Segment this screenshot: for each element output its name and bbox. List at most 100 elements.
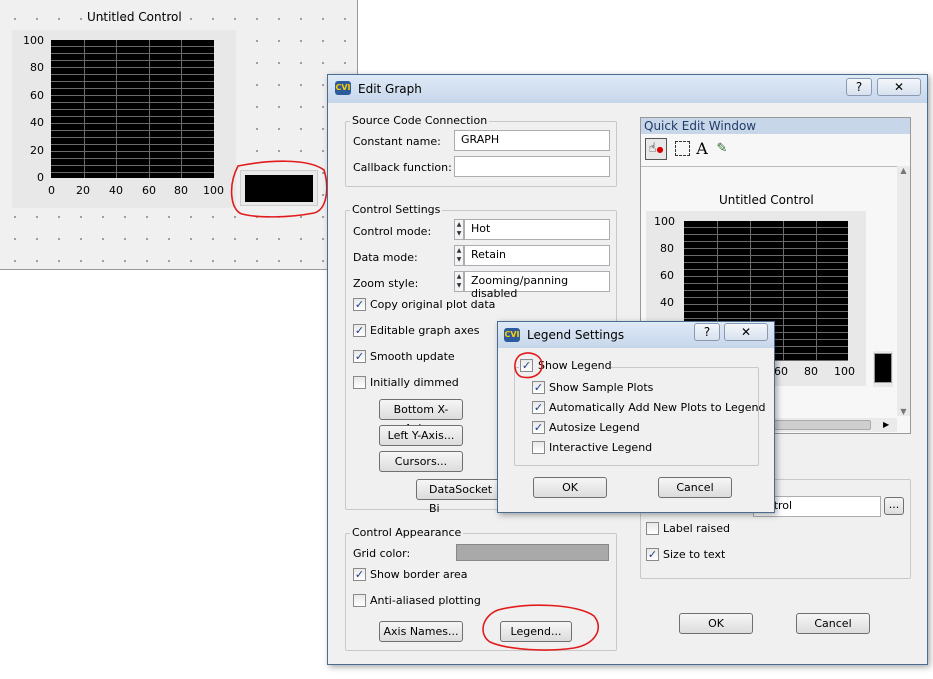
dialog-title: Edit Graph — [358, 82, 422, 96]
x-tick: 40 — [109, 184, 123, 197]
control-appearance-group: Control Appearance Grid color: ✓ Show bo… — [345, 526, 617, 651]
legend-settings-titlebar[interactable]: CVI Legend Settings ? ✕ — [498, 322, 774, 348]
show-border-checkbox[interactable]: ✓ — [353, 568, 366, 581]
y-tick: 20 — [30, 144, 44, 157]
cancel-button[interactable]: Cancel — [796, 613, 870, 634]
y-tick: 100 — [654, 215, 675, 228]
zoom-style-spinner[interactable]: ▲ ▼ — [454, 271, 464, 292]
x-tick: 0 — [48, 184, 55, 197]
smooth-update-label: Smooth update — [370, 350, 455, 363]
control-mode-field[interactable]: Hot — [464, 219, 610, 240]
size-to-text-label: Size to text — [663, 548, 726, 561]
bottom-x-axis-button[interactable]: Bottom X-Axis... — [379, 399, 463, 435]
quick-graph-title: Untitled Control — [719, 193, 814, 207]
axis-names-button[interactable]: Axis Names... — [379, 621, 463, 642]
show-border-label: Show border area — [370, 568, 468, 581]
legend-ok-button[interactable]: OK — [533, 477, 607, 498]
interactive-legend-checkbox[interactable] — [532, 441, 545, 454]
group-label: Source Code Connection — [350, 114, 490, 127]
label-raised-checkbox[interactable] — [646, 522, 659, 535]
y-tick: 80 — [30, 61, 44, 74]
quick-edit-titlebar: Quick Edit Window — [641, 118, 910, 134]
control-mode-label: Control mode: — [353, 225, 432, 238]
close-button[interactable]: ✕ — [724, 323, 768, 341]
graph-title: Untitled Control — [87, 10, 182, 24]
callback-input[interactable] — [454, 156, 610, 177]
cursors-button[interactable]: Cursors... — [379, 451, 463, 472]
scroll-right-icon[interactable]: ▶ — [883, 418, 889, 432]
close-button[interactable]: ✕ — [877, 78, 921, 96]
source-code-group: Source Code Connection Constant name: GR… — [345, 114, 617, 187]
quick-legend-preview — [873, 351, 893, 387]
color-tool-icon[interactable]: ✎ — [713, 139, 731, 159]
label-browse-button[interactable]: ... — [884, 497, 904, 515]
annotation-circle — [482, 604, 599, 651]
y-tick: 60 — [660, 269, 674, 282]
y-tick: 100 — [23, 34, 44, 47]
control-mode-spinner[interactable]: ▲ ▼ — [454, 219, 464, 240]
zoom-style-label: Zoom style: — [353, 277, 419, 290]
copy-plot-data-checkbox[interactable]: ✓ — [353, 298, 366, 311]
group-label: Control Appearance — [350, 526, 464, 539]
x-tick: 80 — [174, 184, 188, 197]
x-tick: 60 — [142, 184, 156, 197]
help-button[interactable]: ? — [694, 323, 720, 341]
interactive-legend-label: Interactive Legend — [549, 441, 653, 454]
quick-edit-toolbar: ☝● A ✎ — [645, 138, 735, 160]
initially-dimmed-checkbox[interactable] — [353, 376, 366, 389]
x-tick: 60 — [774, 365, 788, 378]
edit-graph-titlebar[interactable]: CVI Edit Graph ? ✕ — [328, 75, 927, 103]
select-tool-icon[interactable] — [675, 141, 690, 156]
data-mode-spinner[interactable]: ▲ ▼ — [454, 245, 464, 266]
show-sample-plots-label: Show Sample Plots — [549, 381, 654, 394]
app-icon: CVI — [504, 328, 520, 342]
zoom-style-field[interactable]: Zooming/panning disabled — [464, 271, 610, 300]
editable-axes-label: Editable graph axes — [370, 324, 480, 337]
legend-cancel-button[interactable]: Cancel — [658, 477, 732, 498]
anti-aliased-checkbox[interactable] — [353, 594, 366, 607]
text-tool-icon[interactable]: A — [693, 139, 711, 159]
y-tick: 40 — [660, 296, 674, 309]
grid-color-label: Grid color: — [353, 547, 411, 560]
initially-dimmed-label: Initially dimmed — [370, 376, 459, 389]
group-label: Control Settings — [350, 203, 443, 216]
y-tick: 0 — [37, 171, 44, 184]
smooth-update-checkbox[interactable]: ✓ — [353, 350, 366, 363]
quick-edit-title: Quick Edit Window — [644, 119, 757, 133]
x-axis-labels: 0 20 40 60 80 100 — [46, 184, 226, 198]
ok-button[interactable]: OK — [679, 613, 753, 634]
data-mode-label: Data mode: — [353, 251, 418, 264]
graph-control-frame[interactable]: Untitled Control 100 80 60 40 20 0 0 20 … — [12, 10, 236, 208]
constant-name-label: Constant name: — [353, 135, 441, 148]
size-to-text-checkbox[interactable]: ✓ — [646, 548, 659, 561]
constant-name-input[interactable]: GRAPH — [454, 130, 610, 151]
dialog-title: Legend Settings — [527, 328, 625, 342]
vertical-scrollbar[interactable]: ▲ ▼ — [897, 166, 910, 416]
autosize-legend-label: Autosize Legend — [549, 421, 640, 434]
anti-aliased-label: Anti-aliased plotting — [370, 594, 481, 607]
y-tick: 80 — [660, 242, 674, 255]
grid-color-swatch[interactable] — [456, 544, 609, 561]
show-sample-plots-checkbox[interactable]: ✓ — [532, 381, 545, 394]
uir-panel: Untitled Control 100 80 60 40 20 0 0 20 … — [0, 0, 358, 270]
annotation-circle — [514, 352, 543, 379]
plot-area — [51, 40, 214, 178]
annotation-circle — [230, 160, 328, 218]
callback-label: Callback function: — [353, 161, 452, 174]
y-axis-labels: 100 80 60 40 20 0 — [22, 34, 44, 184]
left-y-axis-button[interactable]: Left Y-Axis... — [379, 425, 463, 446]
y-tick: 60 — [30, 89, 44, 102]
legend-settings-dialog: CVI Legend Settings ? ✕ ✓ Show Legend ✓ … — [497, 321, 775, 513]
show-legend-label: Show Legend — [538, 359, 612, 372]
editable-axes-checkbox[interactable]: ✓ — [353, 324, 366, 337]
operate-tool-icon[interactable]: ☝● — [645, 138, 667, 160]
auto-add-plots-checkbox[interactable]: ✓ — [532, 401, 545, 414]
x-tick: 20 — [76, 184, 90, 197]
app-icon: CVI — [335, 81, 351, 95]
auto-add-plots-label: Automatically Add New Plots to Legend — [549, 401, 766, 414]
help-button[interactable]: ? — [846, 78, 872, 96]
data-mode-field[interactable]: Retain — [464, 245, 610, 266]
scroll-thumb[interactable] — [761, 420, 871, 430]
datasocket-binding-button[interactable]: DataSocket Bi — [416, 479, 506, 515]
autosize-legend-checkbox[interactable]: ✓ — [532, 421, 545, 434]
